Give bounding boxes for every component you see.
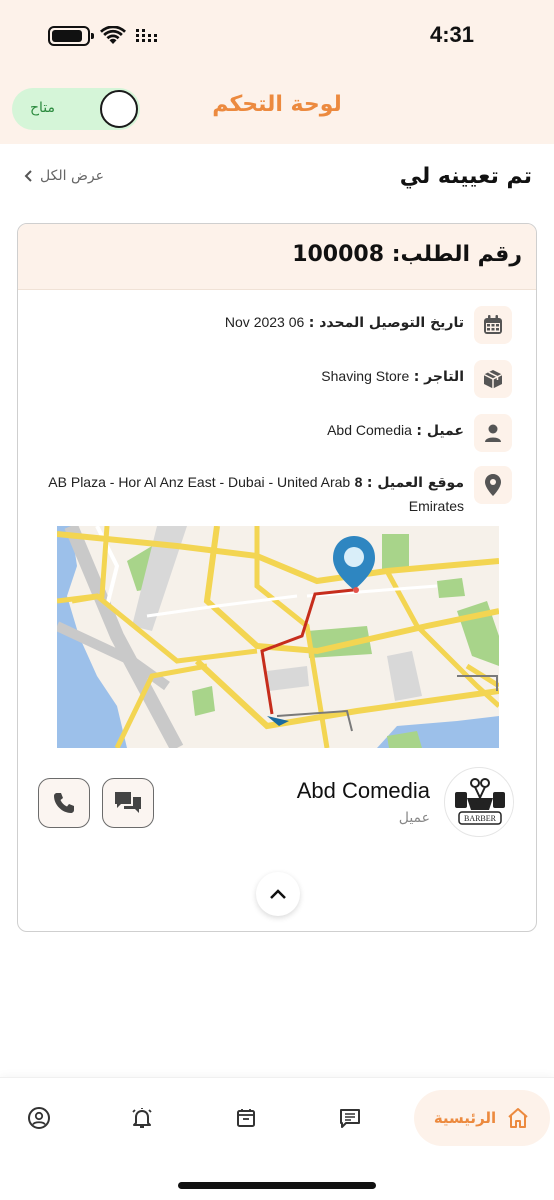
nav-home[interactable]: الرئيسية (414, 1090, 550, 1146)
location-text: موقع العميل : 8 AB Plaza - Hor Al Anz Ea… (22, 466, 464, 519)
package-icon (474, 360, 512, 398)
location-label: موقع العميل : (366, 475, 464, 491)
delivery-date-label: تاريخ التوصيل المحدد : (308, 315, 464, 331)
chat-icon (115, 792, 141, 813)
nav-orders[interactable] (232, 1104, 260, 1132)
nav-messages[interactable] (336, 1104, 364, 1132)
customer-name: Abd Comedia (296, 778, 430, 803)
signal-icon (136, 29, 157, 42)
calendar-icon (474, 306, 512, 344)
notifications-icon (132, 1108, 152, 1128)
nav-home-label: الرئيسية (433, 1109, 497, 1127)
location-pin-icon (474, 466, 512, 504)
customer-avatar: BARBER (444, 767, 514, 837)
delivery-date-value: 06 2023 Nov (224, 314, 305, 330)
merchant-value: Shaving Store (321, 368, 410, 384)
profile-icon (28, 1107, 50, 1129)
user-icon (474, 414, 512, 452)
phone-icon (54, 793, 74, 813)
order-card-header: رقم الطلب: 100008 (18, 224, 536, 290)
battery-icon (48, 26, 94, 46)
delivery-date-row: تاريخ التوصيل المحدد : 06 2023 Nov (225, 306, 512, 344)
barber-logo-icon: BARBER (447, 770, 513, 836)
order-card[interactable]: رقم الطلب: 100008 تاريخ التوصيل المحدد :… (17, 223, 537, 932)
wifi-icon (100, 26, 126, 44)
merchant-label: التاجر : (413, 369, 464, 385)
customer-role: عميل (398, 810, 430, 826)
location-row: موقع العميل : 8 AB Plaza - Hor Al Anz Ea… (22, 466, 512, 519)
call-button[interactable] (38, 778, 90, 828)
delivery-date-text: تاريخ التوصيل المحدد : 06 2023 Nov (225, 306, 464, 335)
merchant-row: التاجر : Shaving Store (321, 360, 512, 398)
route-map[interactable] (57, 526, 499, 748)
status-bar: 4:31 (0, 0, 554, 72)
section-title: تم تعيينه لي (399, 164, 532, 189)
messages-icon (340, 1109, 360, 1128)
chevron-up-icon (270, 889, 286, 899)
header: متاح لوحة التحكم (0, 72, 554, 144)
customer-row: عميل : Abd Comedia (327, 414, 512, 452)
barber-logo-text: BARBER (464, 814, 497, 823)
order-number: رقم الطلب: 100008 (292, 242, 522, 267)
status-time: 4:31 (429, 22, 474, 47)
home-indicator (178, 1182, 376, 1189)
view-all-link[interactable]: عرض الكل (24, 168, 104, 184)
assigned-section-header: تم تعيينه لي عرض الكل (24, 160, 532, 200)
chat-button[interactable] (102, 778, 154, 828)
page-title: لوحة التحكم (212, 92, 342, 117)
nav-notifications[interactable] (128, 1104, 156, 1132)
collapse-button[interactable] (256, 872, 300, 916)
home-icon (508, 1108, 528, 1128)
chevron-left-icon (24, 170, 32, 182)
orders-icon (237, 1109, 255, 1127)
merchant-text: التاجر : Shaving Store (321, 360, 464, 389)
view-all-label: عرض الكل (40, 168, 104, 184)
customer-label: عميل : (416, 423, 464, 439)
nav-profile[interactable] (25, 1104, 53, 1132)
customer-text: عميل : Abd Comedia (327, 414, 464, 443)
status-icons (48, 26, 160, 46)
location-number: 8 (354, 474, 363, 490)
customer-value: Abd Comedia (327, 422, 412, 438)
